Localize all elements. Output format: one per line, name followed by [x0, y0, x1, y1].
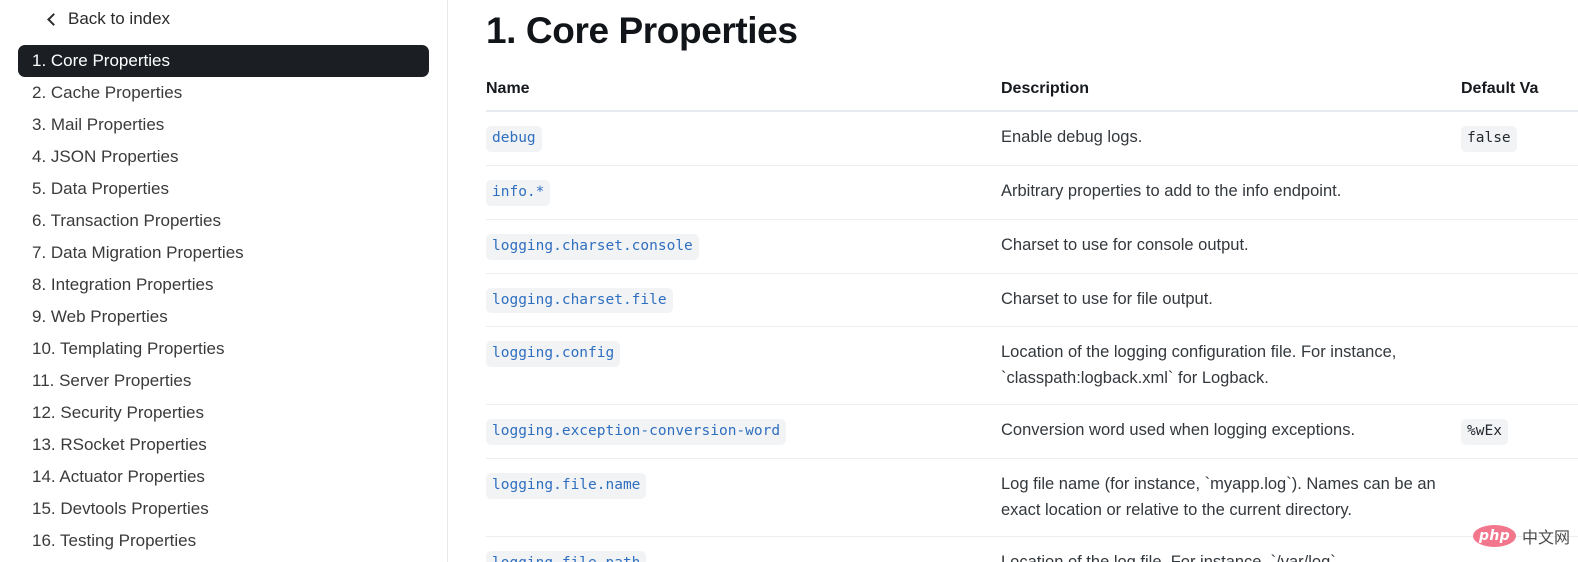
property-name-cell: logging.file.name: [486, 458, 1001, 538]
property-name-cell: logging.file.path: [486, 536, 1001, 562]
sidebar-item-11[interactable]: 11. Server Properties: [18, 365, 429, 397]
sidebar-item-3[interactable]: 3. Mail Properties: [18, 109, 429, 141]
table-row: logging.config Location of the logging co…: [486, 326, 1578, 406]
property-description-cell: Log file name (for instance, `myapp.log`…: [1001, 458, 1461, 538]
main-content: 1. Core Properties Name Description Defa…: [448, 0, 1578, 562]
table-body: debug Enable debug logs. false info.* Arbitr…: [486, 111, 1578, 562]
table-row: logging.file.path Location of the log fil…: [486, 536, 1578, 562]
property-name-cell: debug: [486, 111, 1001, 167]
property-name-chip[interactable]: logging.exception-conversion-word: [486, 419, 787, 446]
sidebar: Back to index 1. Core Properties 2. Cache…: [0, 0, 448, 562]
table-row: info.* Arbitrary properties to add to the…: [486, 165, 1578, 220]
property-description-cell: Conversion word used when logging except…: [1001, 404, 1461, 460]
sidebar-item-6[interactable]: 6. Transaction Properties: [18, 205, 429, 237]
property-default-value-cell: false: [1461, 111, 1578, 167]
default-value-chip: %wEx: [1461, 419, 1508, 446]
sidebar-item-1[interactable]: 1. Core Properties: [18, 45, 429, 77]
column-header-name[interactable]: Name: [486, 80, 1001, 113]
sidebar-item-2[interactable]: 2. Cache Properties: [18, 77, 429, 109]
sidebar-item-9[interactable]: 9. Web Properties: [18, 301, 429, 333]
property-name-cell: logging.charset.file: [486, 273, 1001, 328]
sidebar-item-14[interactable]: 14. Actuator Properties: [18, 461, 429, 493]
sidebar-item-13[interactable]: 13. RSocket Properties: [18, 429, 429, 461]
sidebar-item-4[interactable]: 4. JSON Properties: [18, 141, 429, 173]
property-name-chip[interactable]: logging.charset.file: [486, 287, 673, 314]
property-default-value-cell: [1461, 536, 1578, 562]
property-default-value-cell: [1461, 458, 1578, 538]
property-default-value-cell: [1461, 326, 1578, 406]
property-name-chip[interactable]: logging.config: [486, 341, 621, 367]
properties-table: Name Description Default Va debug Enable …: [486, 80, 1578, 562]
sidebar-item-16[interactable]: 16. Testing Properties: [18, 525, 429, 557]
column-header-default-value[interactable]: Default Va: [1461, 80, 1578, 113]
back-to-index-link[interactable]: Back to index: [0, 0, 447, 38]
property-name-chip[interactable]: logging.charset.console: [486, 233, 699, 260]
property-default-value-cell: [1461, 165, 1578, 220]
table-row: debug Enable debug logs. false: [486, 111, 1578, 167]
property-description-cell: Arbitrary properties to add to the info …: [1001, 165, 1461, 220]
property-name-cell: logging.charset.console: [486, 219, 1001, 274]
property-name-cell: info.*: [486, 165, 1001, 220]
table-row: logging.charset.console Charset to use fo…: [486, 219, 1578, 274]
property-description-cell: Charset to use for console output.: [1001, 219, 1461, 274]
property-default-value-cell: [1461, 273, 1578, 328]
page-title: 1. Core Properties: [486, 10, 798, 51]
property-description-cell: Location of the log file. For instance, …: [1001, 536, 1461, 562]
property-default-value-cell: %wEx: [1461, 404, 1578, 460]
property-name-chip[interactable]: debug: [486, 126, 542, 152]
sidebar-item-5[interactable]: 5. Data Properties: [18, 173, 429, 205]
column-header-description[interactable]: Description: [1001, 80, 1461, 113]
sidebar-item-15[interactable]: 15. Devtools Properties: [18, 493, 429, 525]
table-row: logging.charset.file Charset to use for f…: [486, 273, 1578, 328]
back-to-index-label: Back to index: [68, 9, 171, 28]
sidebar-item-10[interactable]: 10. Templating Properties: [18, 333, 429, 365]
sidebar-item-7[interactable]: 7. Data Migration Properties: [18, 237, 429, 269]
chevron-left-icon: [47, 12, 60, 26]
property-description-cell: Location of the logging configuration fi…: [1001, 326, 1461, 406]
property-name-chip[interactable]: logging.file.path: [486, 551, 647, 562]
sidebar-item-8[interactable]: 8. Integration Properties: [18, 269, 429, 301]
table-row: logging.exception-conversion-word Convers…: [486, 404, 1578, 460]
documentation-page: Back to index 1. Core Properties 2. Cache…: [0, 0, 1578, 562]
property-name-chip[interactable]: logging.file.name: [486, 473, 647, 499]
property-name-cell: logging.config: [486, 326, 1001, 406]
property-default-value-cell: [1461, 219, 1578, 274]
table-header-row: Name Description Default Va: [486, 80, 1578, 113]
table-head: Name Description Default Va: [486, 80, 1578, 113]
sidebar-item-12[interactable]: 12. Security Properties: [18, 397, 429, 429]
property-name-cell: logging.exception-conversion-word: [486, 404, 1001, 460]
property-description-cell: Enable debug logs.: [1001, 111, 1461, 167]
property-name-chip[interactable]: info.*: [486, 180, 551, 206]
table-row: logging.file.name Log file name (for inst…: [486, 458, 1578, 538]
default-value-chip: false: [1461, 126, 1517, 152]
property-description-cell: Charset to use for file output.: [1001, 273, 1461, 328]
sidebar-nav: 1. Core Properties 2. Cache Properties 3. …: [0, 45, 447, 557]
